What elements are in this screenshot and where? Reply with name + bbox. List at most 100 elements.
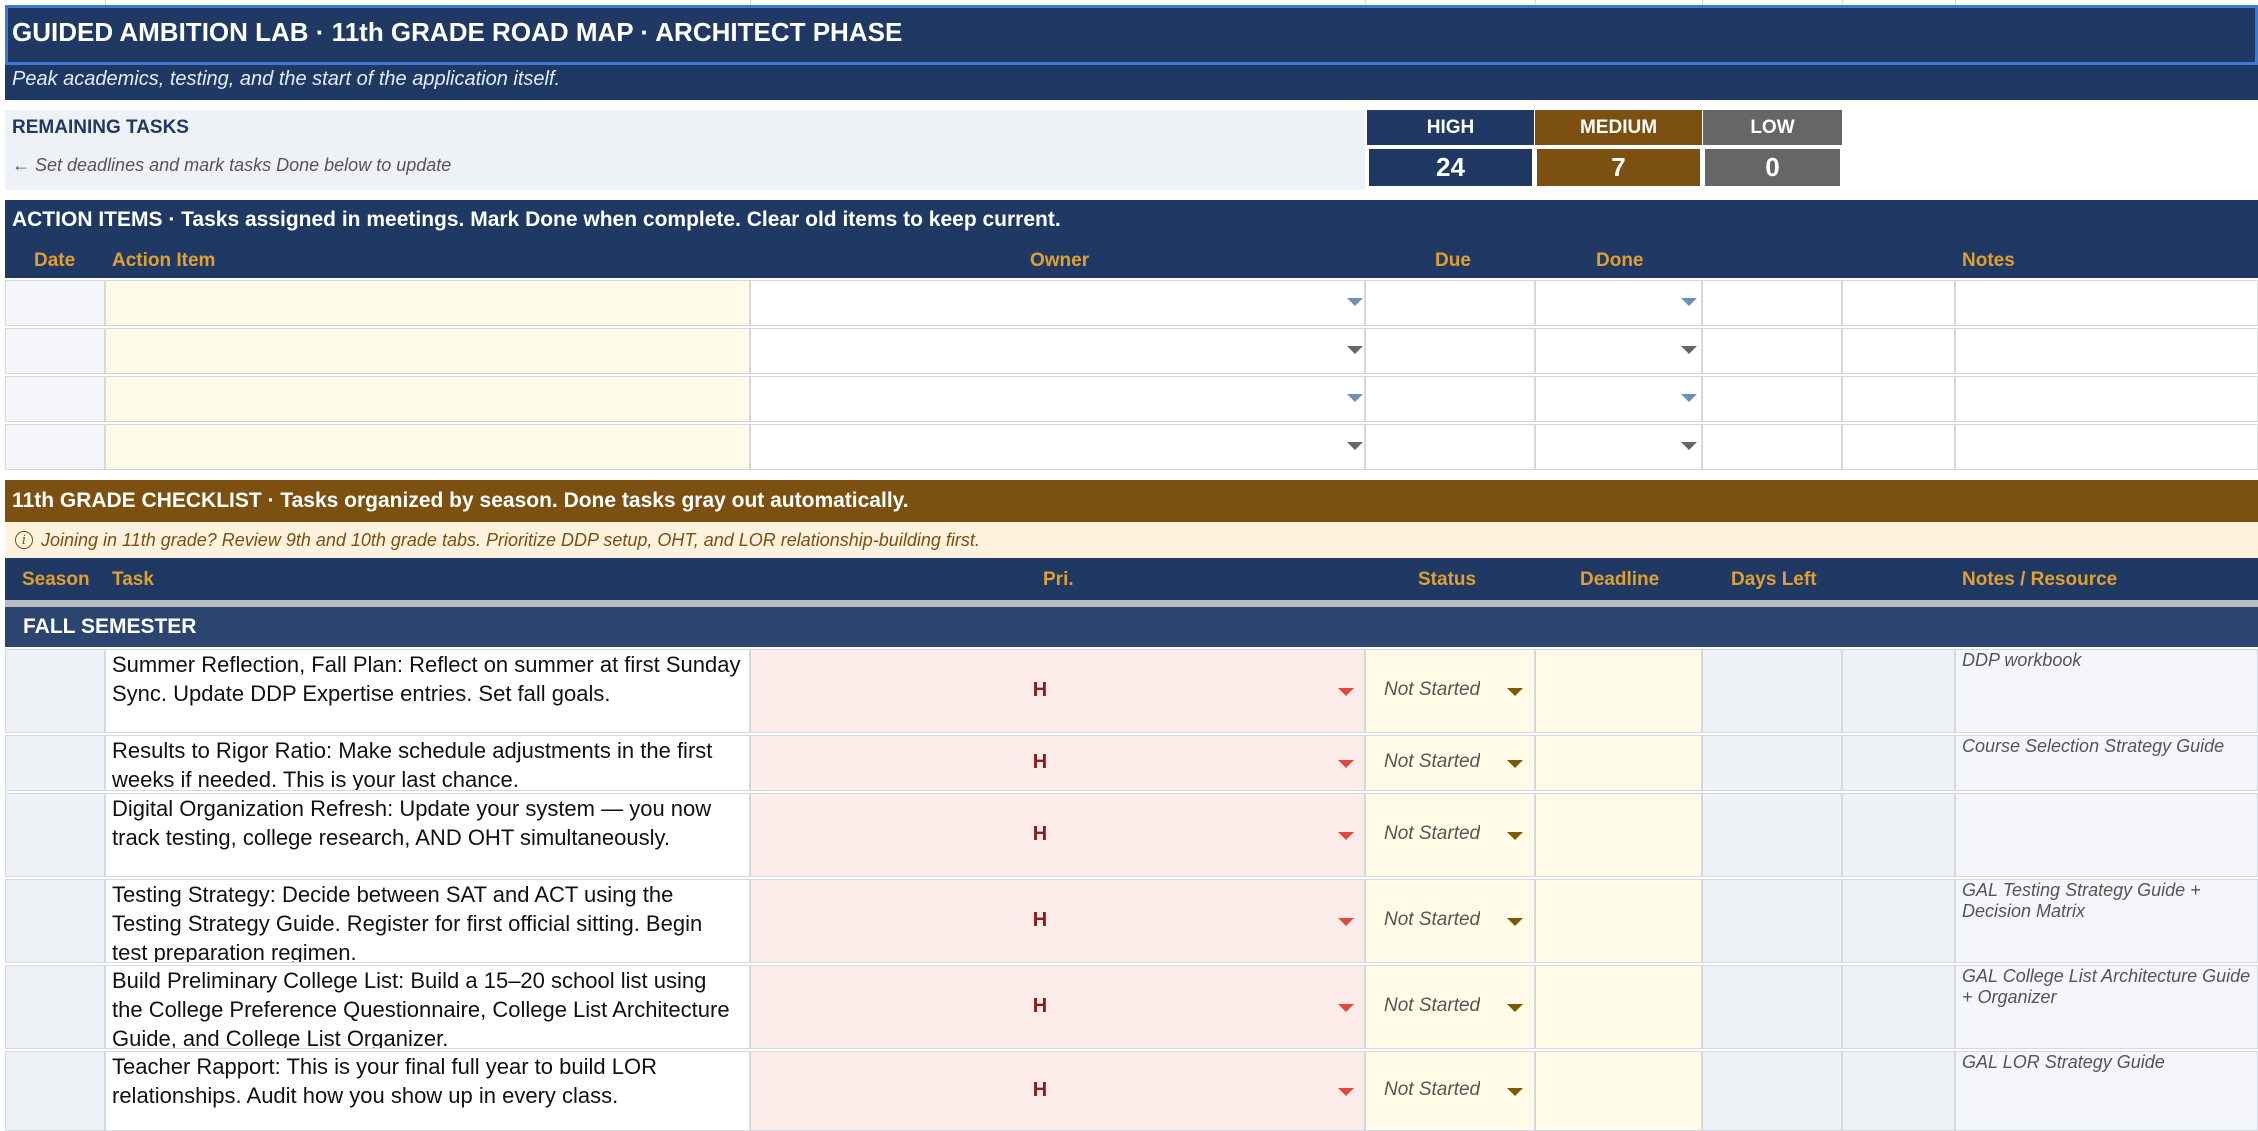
action-row-action-item-cell[interactable] — [105, 376, 750, 422]
task-row-priority-cell[interactable] — [750, 879, 1365, 963]
col-season: Season — [22, 569, 90, 590]
action-row-notes-cell[interactable] — [1702, 376, 1842, 422]
action-row-due-cell[interactable] — [1365, 280, 1535, 326]
action-row-notes-cell[interactable] — [1702, 424, 1842, 470]
task-row-days-left-cell-2 — [1842, 965, 1955, 1049]
action-row-notes-cell-2[interactable] — [1842, 280, 1955, 326]
chevron-down-icon[interactable] — [1338, 760, 1354, 768]
chevron-down-icon[interactable] — [1681, 442, 1697, 450]
task-text: Results to Rigor Ratio: Make schedule ad… — [112, 738, 713, 790]
task-row-days-left-cell-2 — [1842, 793, 1955, 877]
action-row-done-cell[interactable] — [1535, 328, 1702, 374]
task-row-priority-cell[interactable] — [750, 1051, 1365, 1131]
task-row-deadline-cell[interactable] — [1535, 1051, 1702, 1131]
action-row-action-item-cell[interactable] — [105, 280, 750, 326]
action-row-date-cell[interactable] — [5, 376, 105, 422]
section-divider — [5, 600, 2258, 607]
action-row-date-cell[interactable] — [5, 424, 105, 470]
chevron-down-icon[interactable] — [1507, 832, 1523, 840]
task-row-season-cell — [5, 879, 105, 963]
chevron-down-icon[interactable] — [1347, 442, 1363, 450]
chevron-down-icon[interactable] — [1507, 918, 1523, 926]
chevron-down-icon[interactable] — [1507, 688, 1523, 696]
chevron-down-icon[interactable] — [1507, 760, 1523, 768]
resource-note — [1962, 794, 2252, 874]
action-row-owner-cell[interactable] — [750, 424, 1365, 470]
col-date: Date — [34, 250, 76, 271]
task-row-priority-cell[interactable] — [750, 965, 1365, 1049]
task-row-days-left-cell-2 — [1842, 735, 1955, 791]
chevron-down-icon[interactable] — [1681, 394, 1697, 402]
action-row-action-item-cell[interactable] — [105, 328, 750, 374]
task-row-priority-cell[interactable] — [750, 649, 1365, 733]
stat-high-value: 24 — [1367, 147, 1534, 188]
chevron-down-icon[interactable] — [1338, 1004, 1354, 1012]
task-row-season-cell — [5, 965, 105, 1049]
priority-value: H — [1032, 995, 1048, 1017]
chevron-down-icon[interactable] — [1681, 346, 1697, 354]
chevron-down-icon[interactable] — [1507, 1004, 1523, 1012]
chevron-down-icon[interactable] — [1347, 298, 1363, 306]
action-row-owner-cell[interactable] — [750, 280, 1365, 326]
chevron-down-icon[interactable] — [1338, 1088, 1354, 1096]
col-action-item: Action Item — [112, 250, 216, 271]
remaining-tasks-note: ← Set deadlines and mark tasks Done belo… — [12, 155, 452, 175]
task-row-season-cell — [5, 1051, 105, 1131]
task-row-days-left-cell — [1702, 649, 1842, 733]
action-row-done-cell[interactable] — [1535, 424, 1702, 470]
chevron-down-icon[interactable] — [1338, 918, 1354, 926]
task-row-deadline-cell[interactable] — [1535, 879, 1702, 963]
action-items-title: ACTION ITEMS · Tasks assigned in meeting… — [12, 208, 1061, 231]
chevron-down-icon[interactable] — [1347, 394, 1363, 402]
fall-semester-label: FALL SEMESTER — [23, 615, 197, 638]
task-row-priority-cell[interactable] — [750, 735, 1365, 791]
task-row-priority-cell[interactable] — [750, 793, 1365, 877]
chevron-down-icon[interactable] — [1338, 688, 1354, 696]
chevron-down-icon[interactable] — [1347, 346, 1363, 354]
action-row-notes-cell-3[interactable] — [1955, 328, 2258, 374]
action-row-owner-cell[interactable] — [750, 376, 1365, 422]
col-days-left: Days Left — [1731, 569, 1817, 590]
chevron-down-icon[interactable] — [1338, 832, 1354, 840]
stat-high-label: HIGH — [1367, 110, 1534, 145]
action-row-action-item-cell[interactable] — [105, 424, 750, 470]
remaining-tasks-title: REMAINING TASKS — [12, 117, 189, 138]
chevron-down-icon[interactable] — [1507, 1088, 1523, 1096]
info-circle-icon: i — [15, 531, 33, 549]
action-row-notes-cell-2[interactable] — [1842, 376, 1955, 422]
action-row-notes-cell-3[interactable] — [1955, 376, 2258, 422]
task-row-deadline-cell[interactable] — [1535, 793, 1702, 877]
action-row-owner-cell[interactable] — [750, 328, 1365, 374]
action-row-done-cell[interactable] — [1535, 376, 1702, 422]
action-row-due-cell[interactable] — [1365, 424, 1535, 470]
status-value: Not Started — [1384, 679, 1481, 700]
task-row-deadline-cell[interactable] — [1535, 735, 1702, 791]
action-row-due-cell[interactable] — [1365, 376, 1535, 422]
task-row-deadline-cell[interactable] — [1535, 649, 1702, 733]
task-row-days-left-cell — [1702, 965, 1842, 1049]
col-status: Status — [1418, 569, 1477, 590]
priority-value: H — [1032, 823, 1048, 845]
task-text: Teacher Rapport: This is your final full… — [112, 1054, 657, 1108]
action-row-notes-cell-2[interactable] — [1842, 328, 1955, 374]
action-row-notes-cell-3[interactable] — [1955, 280, 2258, 326]
action-row-date-cell[interactable] — [5, 280, 105, 326]
checklist-header: 11th GRADE CHECKLIST · Tasks organized b… — [5, 480, 2258, 522]
action-row-notes-cell[interactable] — [1702, 280, 1842, 326]
action-row-date-cell[interactable] — [5, 328, 105, 374]
stat-low-label: LOW — [1703, 110, 1842, 145]
task-text: Testing Strategy: Decide between SAT and… — [112, 882, 703, 962]
action-row-notes-cell-2[interactable] — [1842, 424, 1955, 470]
task-row-days-left-cell — [1702, 793, 1842, 877]
action-row-due-cell[interactable] — [1365, 328, 1535, 374]
action-row-notes-cell[interactable] — [1702, 328, 1842, 374]
task-row-deadline-cell[interactable] — [1535, 965, 1702, 1049]
action-row-notes-cell-3[interactable] — [1955, 424, 2258, 470]
stat-low-value: 0 — [1703, 147, 1842, 188]
task-row-days-left-cell-2 — [1842, 649, 1955, 733]
task-text: Build Preliminary College List: Build a … — [112, 968, 730, 1048]
resource-note: GAL College List Architecture Guide + Or… — [1962, 966, 2251, 1007]
action-row-done-cell[interactable] — [1535, 280, 1702, 326]
status-value: Not Started — [1384, 751, 1481, 772]
chevron-down-icon[interactable] — [1681, 298, 1697, 306]
